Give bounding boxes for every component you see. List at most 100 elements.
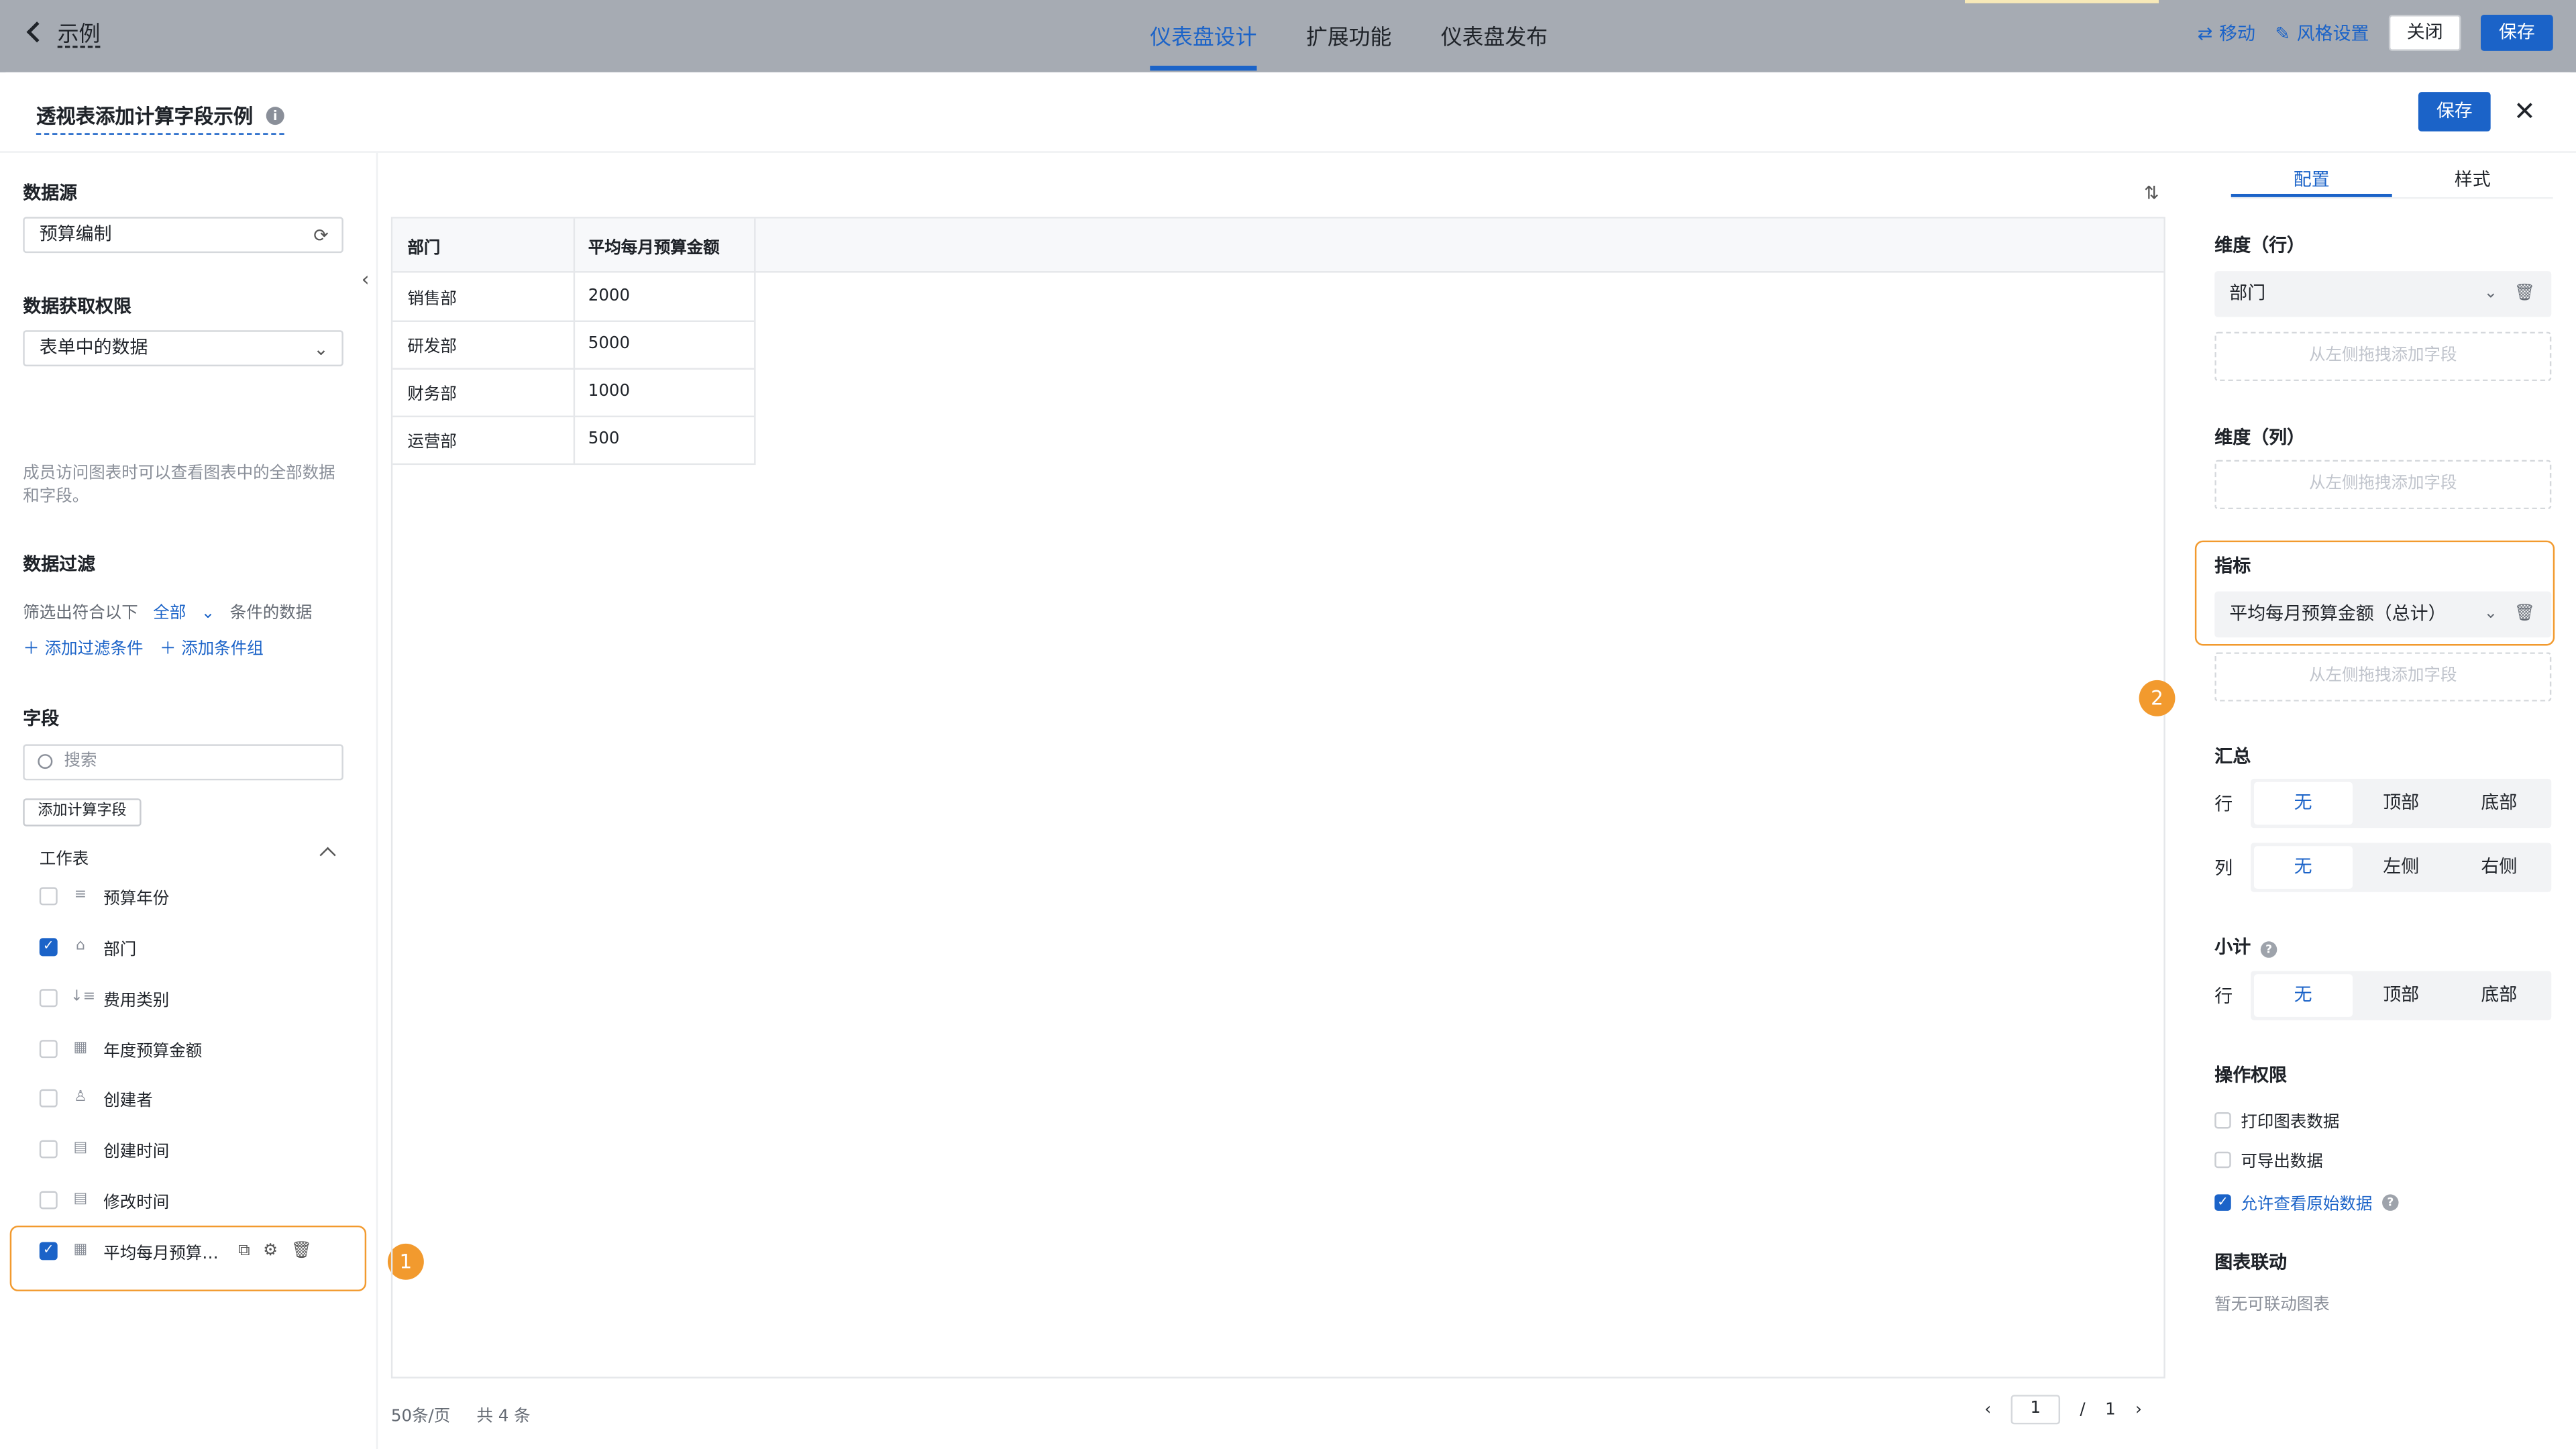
tab-style[interactable]: 样式 [2392,162,2553,197]
user-icon: ♙ [74,1089,87,1106]
summary-col-option[interactable]: 右侧 [2450,846,2548,889]
datasource-select[interactable]: 预算编制 ⟳ [23,217,343,254]
field-checkbox[interactable] [39,988,58,1007]
style-settings-button[interactable]: ✎ 风格设置 [2275,19,2369,46]
field-item[interactable]: ▦ 年度预算金额 [39,1033,352,1063]
page-number-input[interactable]: 1 [2010,1395,2061,1425]
field-item[interactable]: ▤ 修改时间 [39,1185,352,1214]
col-label: 列 [2214,857,2233,879]
column-divider [754,218,756,466]
subtotal-row-setting: 行 无 顶部 底部 [2214,971,2552,1020]
subtotal-row-option[interactable]: 底部 [2450,974,2548,1017]
field-search-input[interactable]: 搜索 [23,744,343,781]
field-item[interactable]: ≡ 预算年份 [39,881,352,910]
notice-strip [1965,0,2159,3]
sort-list-icon: ↓≡ [70,989,96,1006]
tab-extensions[interactable]: 扩展功能 [1306,19,1391,70]
subtotal-row-option[interactable]: 顶部 [2352,974,2450,1017]
move-button[interactable]: ⇄ 移动 [2198,19,2255,46]
add-group-label: 添加条件组 [181,641,264,659]
add-condition-group-button[interactable]: ＋ 添加条件组 [160,634,264,659]
permission-select[interactable]: 表单中的数据 ⌄ [23,330,343,367]
chevron-down-icon[interactable]: ⌄ [2484,271,2498,317]
field-checkbox[interactable]: ✓ [39,937,58,956]
measure-field[interactable]: 平均每月预算金额（总计） ⌄ 🗑 [2214,591,2552,638]
copy-icon[interactable]: ⧉ [238,1241,250,1259]
perm-print-checkbox[interactable]: 打印图表数据 [2214,1108,2339,1132]
chevron-down-icon[interactable]: ⌄ [2484,592,2498,638]
total-pages: 1 [2105,1400,2116,1419]
close-icon[interactable]: ✕ [2514,95,2536,127]
collapse-icon[interactable]: ‹ [362,268,378,290]
field-checkbox[interactable] [39,886,58,905]
checkbox[interactable] [2214,1111,2231,1128]
tab-dashboard-publish[interactable]: 仪表盘发布 [1441,19,1548,70]
summary-row-option[interactable]: 顶部 [2352,782,2450,825]
save-button[interactable]: 保存 [2480,15,2553,51]
summary-row-option[interactable]: 底部 [2450,782,2548,825]
dimension-col-title: 维度（列） [2214,427,2305,449]
checkbox[interactable]: ✓ [2214,1193,2231,1210]
help-icon[interactable]: ? [2260,941,2277,958]
field-checkbox[interactable] [39,1038,58,1057]
perm-view-raw-checkbox[interactable]: ✓ 允许查看原始数据 ? [2214,1189,2399,1214]
refresh-icon[interactable]: ⟳ [313,220,329,253]
gear-icon[interactable]: ⚙ [263,1241,278,1259]
summary-col-option[interactable]: 无 [2254,846,2353,889]
field-item[interactable]: ♙ 创建者 [39,1083,352,1112]
move-icon: ⇄ [2197,22,2213,44]
chart-link-title: 图表联动 [2214,1252,2288,1273]
field-checkbox[interactable]: ✓ [39,1241,58,1260]
trash-icon[interactable]: 🗑 [2514,592,2535,638]
trash-icon[interactable]: 🗑 [2514,271,2535,317]
permission-title: 数据获取权限 [23,295,131,317]
close-button[interactable]: 关闭 [2388,15,2461,51]
help-icon[interactable]: ? [2382,1193,2399,1210]
measure-drop-zone[interactable]: 从左侧拖拽添加字段 [2214,652,2552,702]
field-checkbox[interactable] [39,1088,58,1107]
subtotal-row-segmented: 无 顶部 底部 [2251,971,2552,1020]
search-icon [38,754,53,769]
field-item[interactable]: ↓≡ 费用类别 [39,983,352,1012]
swap-sort-icon[interactable]: ⇅ [2144,182,2159,204]
field-checkbox[interactable] [39,1190,58,1209]
checkbox[interactable] [2214,1150,2231,1168]
filter-mode-select[interactable]: 全部 [153,604,186,623]
dimension-col-drop-zone[interactable]: 从左侧拖拽添加字段 [2214,460,2552,510]
step-badge-2: 2 [2139,680,2176,716]
measure-title: 指标 [2214,555,2251,577]
field-item[interactable]: ✓ ⌂ 部门 [39,932,352,961]
summary-row-option[interactable]: 无 [2254,782,2353,825]
table-header-cell[interactable]: 部门 [392,219,573,273]
worksheet-group[interactable]: 工作表 [40,845,343,869]
field-checkbox[interactable] [39,1139,58,1158]
page-separator: / [2080,1400,2086,1419]
page-size-select[interactable]: 50条/页 [391,1401,450,1426]
dimension-row-drop-zone[interactable]: 从左侧拖拽添加字段 [2214,331,2552,382]
subtotal-row-option[interactable]: 无 [2254,974,2353,1017]
tab-config[interactable]: 配置 [2231,162,2392,197]
tab-dashboard-design[interactable]: 仪表盘设计 [1150,19,1257,71]
calculated-field-item[interactable]: ✓ ▦ 平均每月预算… ⧉ ⚙ 🗑 [39,1236,352,1265]
table-cell: 财务部 [407,386,457,405]
plus-icon: ＋ [160,641,176,659]
trash-icon[interactable]: 🗑 [291,1241,312,1259]
field-item[interactable]: ▤ 创建时间 [39,1134,352,1163]
perm-export-checkbox[interactable]: 可导出数据 [2214,1146,2323,1171]
next-page-icon[interactable]: › [2135,1401,2142,1419]
back-button[interactable]: 示例 [26,16,100,48]
calendar-icon: ▤ [73,1140,88,1157]
table-cell: 5000 [588,335,631,354]
add-filter-condition-button[interactable]: ＋ 添加过滤条件 [23,634,143,659]
chart-title[interactable]: 透视表添加计算字段示例 i [36,102,284,135]
add-calculated-field-button[interactable]: 添加计算字段 [23,798,142,826]
info-icon[interactable]: i [266,107,284,125]
chevron-down-icon: ⌄ [313,338,329,360]
summary-col-option[interactable]: 左侧 [2352,846,2450,889]
field-actions: ⌄ 🗑 [2484,592,2535,638]
dimension-row-field[interactable]: 部门 ⌄ 🗑 [2214,271,2552,317]
subtotal-title: 小计? [2214,933,2277,959]
prev-page-icon[interactable]: ‹ [1984,1401,1991,1419]
table-header-cell[interactable]: 平均每月预算金额 [574,219,754,273]
panel-save-button[interactable]: 保存 [2418,92,2491,131]
